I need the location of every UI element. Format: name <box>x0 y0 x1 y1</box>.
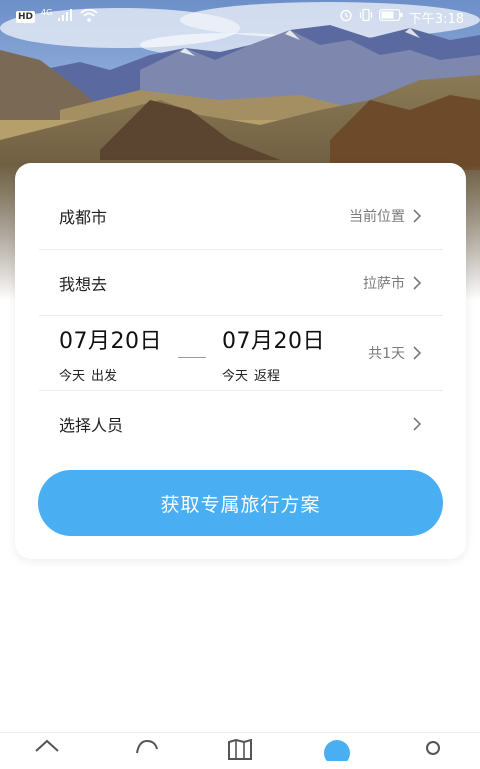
date-separator <box>178 356 206 358</box>
date-range-row[interactable]: 07月20日 今天 出发 07月20日 今天 返程 共1天 <box>39 316 443 391</box>
tab-discover[interactable] <box>322 739 352 769</box>
chevron-right-icon <box>413 275 422 290</box>
tab-map[interactable] <box>225 739 255 769</box>
map-icon <box>228 739 252 760</box>
battery-icon <box>378 9 403 25</box>
return-date-picker[interactable]: 07月20日 今天 返程 <box>222 323 325 384</box>
profile-icon <box>426 741 440 755</box>
status-time: 下午3:18 <box>408 11 464 27</box>
home-icon <box>35 739 59 752</box>
chevron-right-icon <box>413 209 422 223</box>
depart-label: 出发 <box>91 368 118 384</box>
vibrate-icon <box>359 8 373 26</box>
origin-city-label: 成都市 <box>59 208 108 227</box>
wifi-icon <box>80 8 98 26</box>
tab-chat[interactable] <box>132 739 162 769</box>
trip-duration: 共1天 <box>368 346 405 362</box>
select-travelers-label: 选择人员 <box>59 416 124 435</box>
tab-home[interactable] <box>32 739 62 769</box>
depart-day: 今天 <box>59 368 86 384</box>
depart-date-picker[interactable]: 07月20日 今天 出发 <box>59 323 162 384</box>
bottom-tab-bar <box>0 732 480 761</box>
destination-label: 我想去 <box>59 274 108 294</box>
chat-icon <box>136 739 158 754</box>
alarm-icon <box>339 8 353 26</box>
tab-profile[interactable] <box>418 739 448 769</box>
return-label: 返程 <box>254 368 281 384</box>
compass-icon <box>324 740 350 761</box>
return-date: 07月20日 <box>222 328 325 354</box>
current-location-label: 当前位置 <box>349 209 405 225</box>
chevron-right-icon <box>413 346 422 360</box>
return-day: 今天 <box>222 368 249 384</box>
status-bar: HD 4G 下午3:18 <box>0 0 480 34</box>
network-type-label: 4G <box>41 7 53 17</box>
hd-badge: HD <box>16 11 36 23</box>
signal-icon <box>58 9 74 25</box>
origin-row[interactable]: 成都市 当前位置 <box>39 183 443 250</box>
travelers-row[interactable]: 选择人员 <box>39 391 443 457</box>
destination-row[interactable]: 我想去 拉萨市 <box>39 250 443 316</box>
chevron-right-icon <box>413 417 422 431</box>
current-location-button[interactable]: 当前位置 <box>349 206 423 226</box>
destination-value: 拉萨市 <box>363 275 405 292</box>
get-travel-plan-button[interactable]: 获取专属旅行方案 <box>38 470 443 536</box>
trip-planner-card: 成都市 当前位置 我想去 拉萨市 07月20日 今天 出发 07月20日 今天 … <box>15 163 466 559</box>
depart-date: 07月20日 <box>59 328 162 354</box>
